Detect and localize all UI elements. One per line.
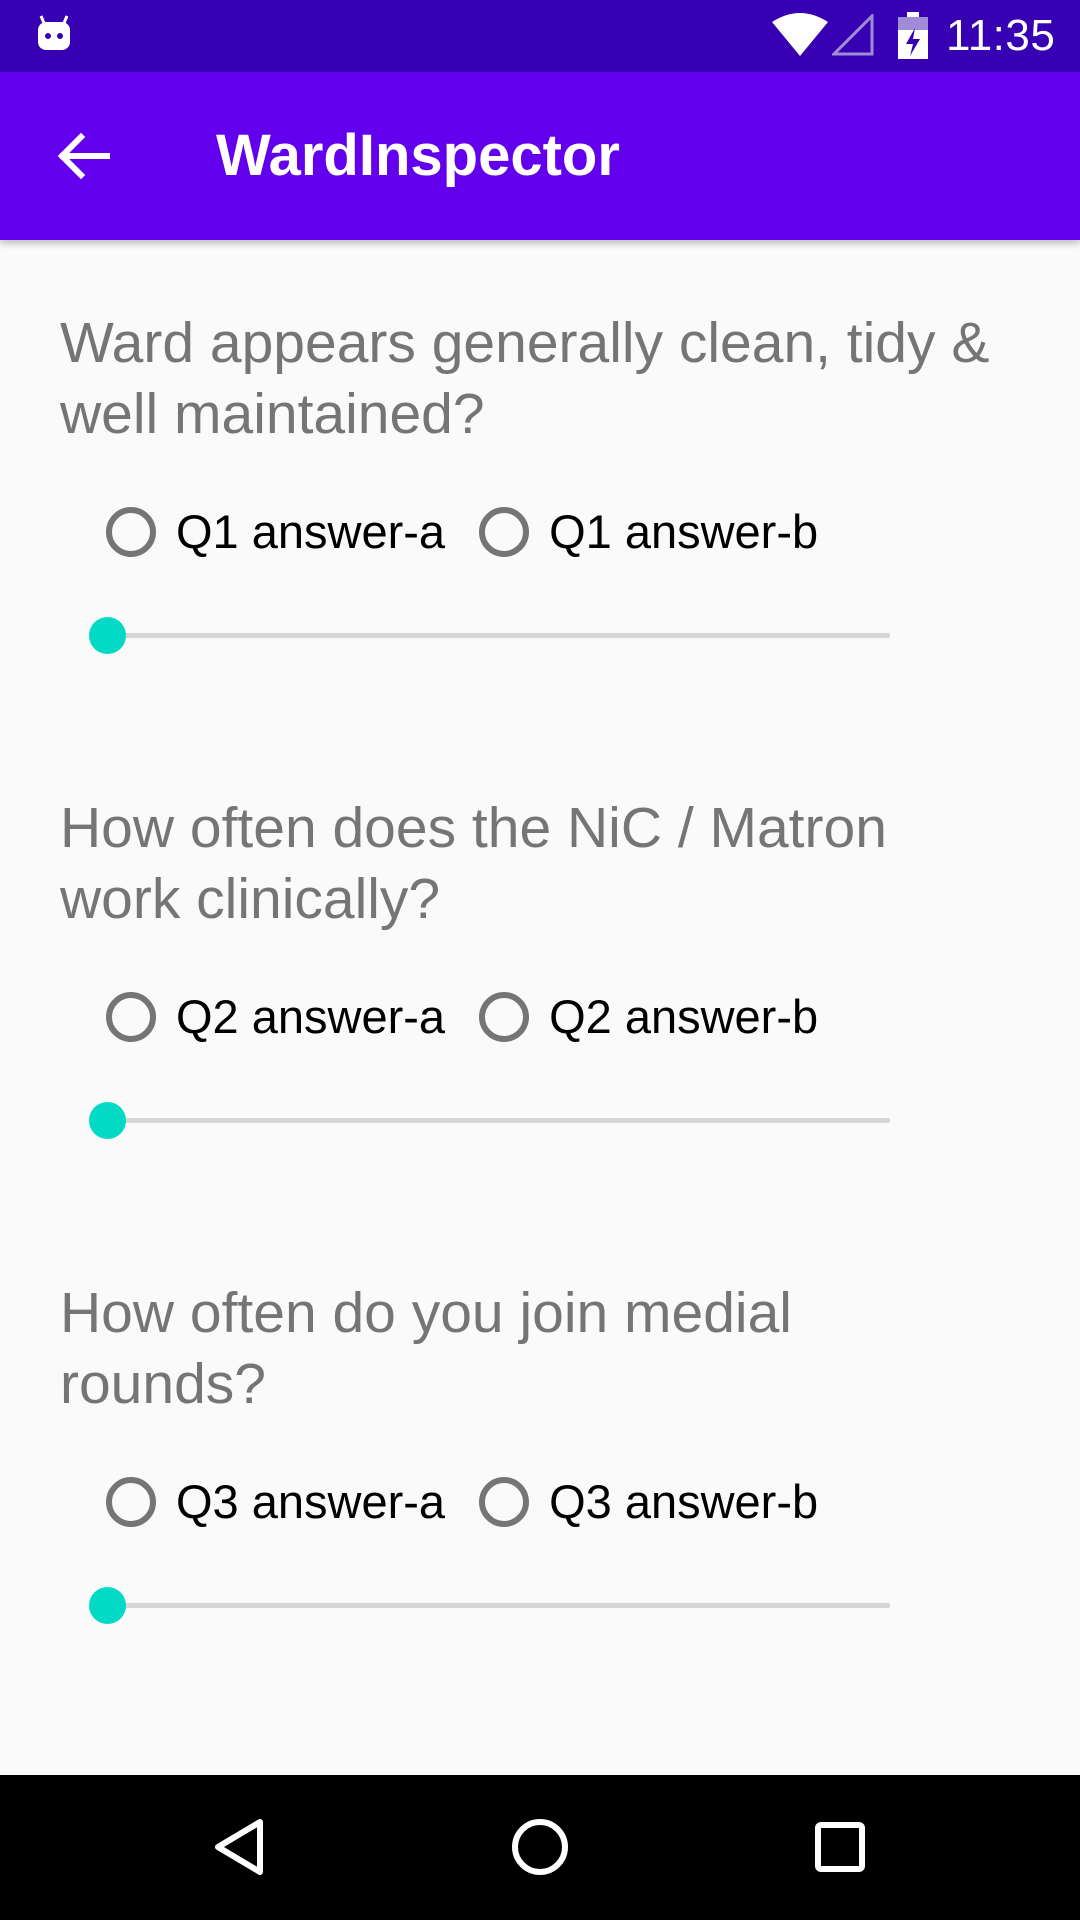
back-triangle-icon xyxy=(215,1819,263,1875)
question-card-2: How often does the NiC / Matron work cli… xyxy=(0,725,1080,1210)
android-notification-icon xyxy=(38,15,70,50)
radio-label: Q1 answer-b xyxy=(549,505,819,558)
status-clock: 11:35 xyxy=(946,11,1056,60)
slider-track[interactable] xyxy=(108,633,890,638)
status-bar: 11:35 xyxy=(0,0,1080,72)
radio-q1-answer-b[interactable]: Q1 answer-b xyxy=(479,504,818,560)
slider-thumb[interactable] xyxy=(89,617,126,654)
screen: 11:35 WardInspector Ward appears general… xyxy=(0,0,1080,1920)
score-slider-q2[interactable] xyxy=(88,1095,898,1145)
radio-label: Q2 answer-b xyxy=(549,990,819,1043)
answer-radio-group: Q1 answer-a Q1 answer-b xyxy=(106,496,852,568)
radio-q3-answer-b[interactable]: Q3 answer-b xyxy=(479,1474,818,1530)
radio-circle-icon[interactable] xyxy=(106,992,156,1042)
question-text: Ward appears generally clean, tidy & wel… xyxy=(60,311,990,446)
questionnaire-content: Ward appears generally clean, tidy & wel… xyxy=(0,240,1080,1775)
nav-recents-button[interactable] xyxy=(790,1797,890,1897)
slider-track[interactable] xyxy=(108,1118,890,1123)
score-slider-q3[interactable] xyxy=(88,1580,898,1630)
answer-radio-group: Q3 answer-a Q3 answer-b xyxy=(106,1466,852,1538)
radio-circle-icon[interactable] xyxy=(106,507,156,557)
radio-q3-answer-a[interactable]: Q3 answer-a xyxy=(106,1474,445,1530)
radio-circle-icon[interactable] xyxy=(106,1477,156,1527)
answer-radio-group: Q2 answer-a Q2 answer-b xyxy=(106,981,852,1053)
nav-back-button[interactable] xyxy=(190,1797,290,1897)
system-nav-bar xyxy=(0,1775,1080,1920)
arrow-back-icon xyxy=(57,132,110,180)
app-bar: WardInspector xyxy=(0,72,1080,240)
recents-square-icon xyxy=(815,1822,865,1872)
radio-q1-answer-a[interactable]: Q1 answer-a xyxy=(106,504,445,560)
radio-q2-answer-a[interactable]: Q2 answer-a xyxy=(106,989,445,1045)
radio-q2-answer-b[interactable]: Q2 answer-b xyxy=(479,989,818,1045)
home-circle-icon xyxy=(512,1819,568,1875)
slider-thumb[interactable] xyxy=(89,1587,126,1624)
radio-circle-icon[interactable] xyxy=(479,507,530,557)
app-title: WardInspector xyxy=(216,123,620,188)
cell-signal-icon xyxy=(832,14,874,56)
question-text: How often do you join medial rounds? xyxy=(60,1281,792,1416)
radio-label: Q2 answer-a xyxy=(176,990,446,1043)
radio-circle-icon[interactable] xyxy=(479,992,530,1042)
radio-label: Q3 answer-b xyxy=(549,1475,819,1528)
slider-thumb[interactable] xyxy=(89,1102,126,1139)
nav-home-button[interactable] xyxy=(490,1797,590,1897)
radio-circle-icon[interactable] xyxy=(479,1477,530,1527)
question-text: How often does the NiC / Matron work cli… xyxy=(60,796,887,931)
wifi-icon xyxy=(772,13,828,56)
radio-label: Q3 answer-a xyxy=(176,1475,446,1528)
question-card-3: How often do you join medial rounds? Q3 … xyxy=(0,1210,1080,1695)
battery-charging-icon xyxy=(898,12,928,59)
back-button[interactable] xyxy=(36,108,132,204)
slider-track[interactable] xyxy=(108,1603,890,1608)
radio-label: Q1 answer-a xyxy=(176,505,446,558)
score-slider-q1[interactable] xyxy=(88,610,898,660)
question-card-1: Ward appears generally clean, tidy & wel… xyxy=(0,240,1080,725)
